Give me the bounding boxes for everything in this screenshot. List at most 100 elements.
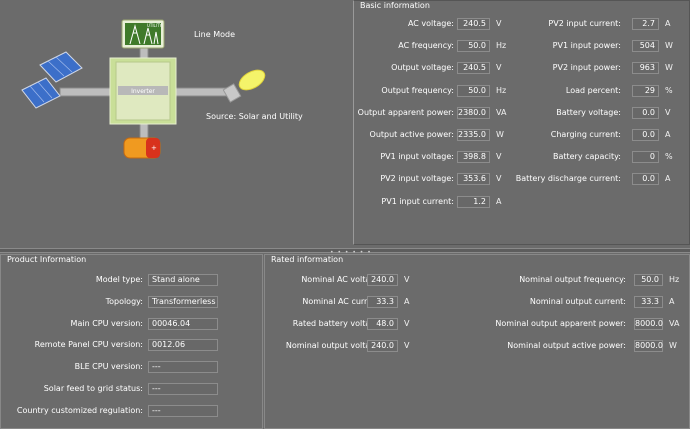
field-value: --- <box>148 361 218 374</box>
field-unit: % <box>665 152 673 162</box>
field-value: 240.0 <box>367 274 398 286</box>
field-label: Charging current: <box>550 130 621 139</box>
field-unit: V <box>496 19 502 28</box>
field-label: Main CPU version: <box>70 318 143 328</box>
field-label: Nominal output frequency: <box>519 275 626 284</box>
field-label: Solar feed to grid status: <box>43 384 143 393</box>
field-value: 504 <box>632 40 659 53</box>
field-label: Load percent: <box>565 85 621 95</box>
field-value: 353.6 <box>457 173 490 186</box>
field-value: 29 <box>632 84 659 97</box>
field-label: Nominal output active power: <box>507 341 626 350</box>
field-unit: % <box>665 85 673 95</box>
svg-text:+: + <box>151 144 157 152</box>
field-unit: A <box>496 196 502 206</box>
field-unit: Hz <box>496 41 507 51</box>
field-label: BLE CPU version: <box>74 362 143 372</box>
field-value: 8000.0 <box>634 318 663 330</box>
field-unit: Hz <box>496 85 507 95</box>
field-value: 0012.06 <box>148 339 218 352</box>
utility-label: UTILITY <box>147 23 162 28</box>
field-unit: A <box>404 297 410 306</box>
field-label: PV2 input voltage: <box>380 174 454 184</box>
product-information-title: Product Information <box>5 255 89 264</box>
field-value: 50.0 <box>457 84 490 97</box>
field-label: Battery capacity: <box>552 152 621 162</box>
field-value: 8000.0 <box>634 340 663 352</box>
field-unit: W <box>496 130 504 139</box>
lightbulb-icon <box>222 69 266 103</box>
field-label: PV2 input power: <box>552 63 621 73</box>
field-value: 2380.0 <box>457 106 490 119</box>
load-line <box>174 87 231 97</box>
field-value: 240.0 <box>367 340 398 352</box>
field-unit: V <box>496 152 502 162</box>
field-unit: V <box>404 275 410 284</box>
field-value: 50.0 <box>634 274 663 286</box>
battery-icon: + <box>123 137 161 159</box>
basic-information-panel: Basic information AC voltage: 240.5 V AC fr… <box>353 0 690 245</box>
field-value: Stand alone <box>148 274 218 286</box>
field-unit: VA <box>496 107 507 117</box>
field-value: 0.0 <box>632 173 659 186</box>
field-unit: W <box>669 341 677 350</box>
field-value: 0.0 <box>632 106 659 119</box>
field-label: AC frequency: <box>398 41 454 51</box>
field-value: 0 <box>632 151 659 164</box>
field-label: Topology: <box>105 296 143 306</box>
field-label: PV1 input voltage: <box>380 152 454 162</box>
field-label: Output voltage: <box>391 63 454 73</box>
field-value: 2.7 <box>632 18 659 30</box>
field-label: PV1 input power: <box>552 41 621 51</box>
field-unit: W <box>665 41 673 51</box>
field-unit: V <box>404 341 410 350</box>
field-label: PV1 input current: <box>381 196 454 206</box>
field-label: Output active power: <box>369 130 454 139</box>
energy-flow-diagram: UTILITY Inverter + Line Mode Source: Sol… <box>0 0 350 248</box>
rated-information-panel: Rated information Nominal AC voltage: 240… <box>264 254 690 429</box>
field-unit: V <box>665 107 671 117</box>
field-value: 33.3 <box>634 296 663 308</box>
field-value: 398.8 <box>457 151 490 164</box>
mode-text: Line Mode <box>194 30 236 39</box>
field-value: --- <box>148 383 218 395</box>
field-label: Battery voltage: <box>556 107 621 117</box>
field-unit: V <box>496 174 502 184</box>
pv-line <box>59 87 113 97</box>
field-label: Battery discharge current: <box>515 174 621 184</box>
field-unit: A <box>669 297 675 306</box>
field-value: Transformerless <box>148 295 218 308</box>
field-value: 50.0 <box>457 40 490 53</box>
field-label: Output frequency: <box>381 85 454 95</box>
basic-information-title: Basic information <box>358 1 432 10</box>
flow-graphic: UTILITY Inverter + <box>21 19 266 159</box>
field-value: 1.2 <box>457 195 490 208</box>
rated-information-title: Rated information <box>269 255 346 264</box>
inverter-label: Inverter <box>131 88 155 95</box>
field-label: Country customized regulation: <box>16 405 143 415</box>
field-unit: W <box>665 63 673 73</box>
field-value: 00046.04 <box>148 317 218 330</box>
field-unit: Hz <box>669 275 680 284</box>
field-value: 48.0 <box>367 318 398 330</box>
field-label: AC voltage: <box>407 19 454 28</box>
field-label: PV2 input current: <box>548 19 621 28</box>
field-value: 240.5 <box>457 62 490 75</box>
field-label: Remote Panel CPU version: <box>34 340 143 350</box>
solar-panel-icon <box>21 51 83 109</box>
field-value: 963 <box>632 62 659 75</box>
field-value: 33.3 <box>367 296 398 308</box>
field-value: 2335.0 <box>457 129 490 141</box>
field-value: --- <box>148 404 218 417</box>
field-label: Output apparent power: <box>357 107 454 117</box>
source-text: Source: Solar and Utility <box>206 112 303 121</box>
field-value: 240.5 <box>457 18 490 30</box>
field-value: 0.0 <box>632 129 659 141</box>
field-unit: V <box>496 63 502 73</box>
field-label: Nominal output apparent power: <box>495 319 626 328</box>
field-unit: A <box>665 19 671 28</box>
field-unit: A <box>665 174 671 184</box>
field-label: Nominal output current: <box>529 297 626 306</box>
field-unit: A <box>665 130 671 139</box>
field-unit: V <box>404 319 410 328</box>
